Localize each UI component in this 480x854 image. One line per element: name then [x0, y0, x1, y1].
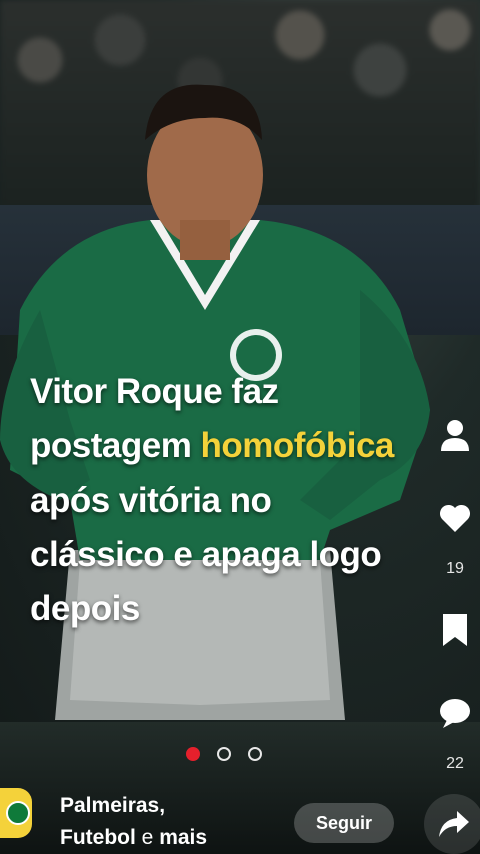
headline-highlight: homofóbica — [200, 426, 395, 466]
story-headline: Vitor Roque faz postagem homofóbica após… — [30, 365, 400, 636]
palmeiras-crest-icon — [6, 801, 30, 825]
bookmark-icon — [443, 614, 467, 646]
share-button[interactable] — [424, 794, 480, 854]
like-count: 19 — [446, 560, 464, 577]
channel-name-line2b: e — [135, 826, 160, 849]
comment-icon — [440, 699, 470, 728]
channel-name-line2c: mais — [159, 826, 208, 849]
like-button[interactable] — [430, 493, 480, 543]
user-icon — [441, 420, 469, 451]
channel-name-line1: Palmeiras, — [60, 794, 166, 817]
follow-button[interactable]: Seguir — [294, 803, 394, 843]
heart-icon — [439, 504, 471, 532]
headline-text-end: após vitória no clássico e apaga logo de… — [30, 480, 382, 629]
carousel-indicator — [186, 747, 262, 761]
channel-avatar[interactable] — [0, 788, 32, 838]
channel-name-line2a: Futebol — [60, 826, 136, 849]
comment-button[interactable] — [430, 688, 480, 738]
comment-count: 22 — [446, 755, 464, 772]
channel-name[interactable]: Palmeiras, Futebol e mais — [60, 790, 207, 854]
profile-button[interactable] — [430, 410, 480, 460]
carousel-dot-1[interactable] — [186, 747, 200, 761]
carousel-dot-3[interactable] — [248, 747, 262, 761]
share-arrow-icon — [439, 811, 469, 837]
bookmark-button[interactable] — [430, 605, 480, 655]
carousel-dot-2[interactable] — [217, 747, 231, 761]
